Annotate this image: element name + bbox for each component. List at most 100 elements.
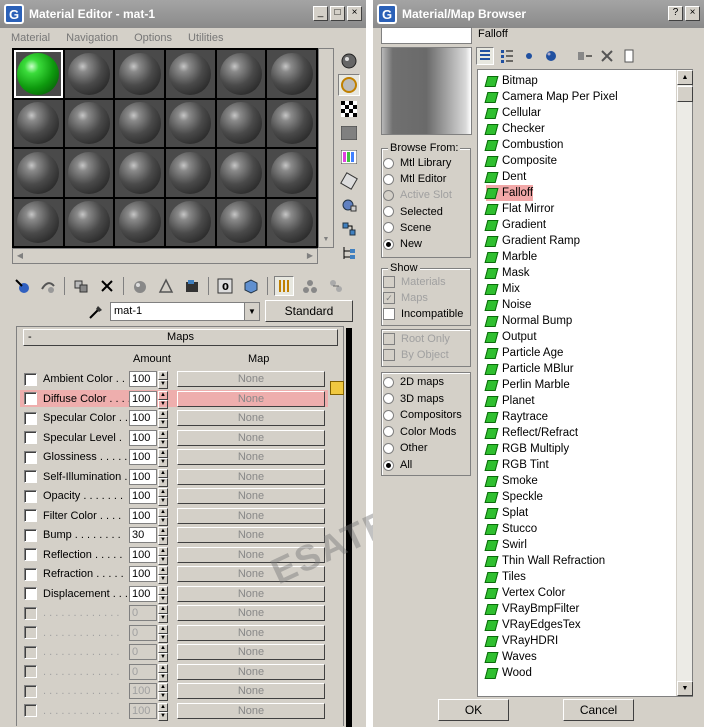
map-list-item[interactable]: Thin Wall Refraction	[484, 553, 605, 569]
radio-option[interactable]: Compositors	[383, 409, 462, 421]
chevron-down-icon[interactable]: ▼	[244, 303, 259, 320]
spinner-up-icon[interactable]: ▲	[158, 644, 168, 653]
map-slot-button[interactable]: None	[177, 488, 325, 504]
map-list-item[interactable]: RGB Tint	[484, 457, 549, 473]
map-list-item[interactable]: Normal Bump	[484, 313, 572, 329]
map-list-item[interactable]: Swirl	[484, 537, 527, 553]
go-forward-to-sibling-icon[interactable]	[326, 276, 346, 296]
radio-button[interactable]	[383, 393, 394, 405]
spinner-up-icon[interactable]: ▲	[158, 585, 168, 595]
ok-button[interactable]: OK	[438, 699, 509, 721]
map-list-item[interactable]: Splat	[484, 505, 528, 521]
map-enable-checkbox[interactable]	[24, 606, 37, 620]
map-list-item[interactable]: Noise	[484, 297, 531, 313]
map-list-item[interactable]: Combustion	[484, 137, 563, 153]
options-icon[interactable]	[338, 194, 360, 216]
material-name-field[interactable]: mat-1 ▼	[110, 302, 260, 321]
make-unique-icon[interactable]	[156, 276, 176, 296]
slots-horizontal-scrollbar[interactable]: ◀ ▶	[12, 248, 318, 264]
material-map-navigator-icon[interactable]	[338, 242, 360, 264]
select-by-material-icon[interactable]	[338, 218, 360, 240]
spinner-down-icon[interactable]: ▼	[158, 438, 168, 448]
sample-type-sphere-icon[interactable]	[338, 50, 360, 72]
spinner-down-icon[interactable]: ▼	[158, 536, 168, 545]
radio-button[interactable]	[383, 222, 394, 234]
amount-spinner[interactable]: ▲ ▼	[158, 624, 168, 643]
map-enable-checkbox[interactable]	[24, 411, 37, 425]
radio-option[interactable]: Scene	[383, 222, 431, 234]
spinner-up-icon[interactable]: ▲	[158, 488, 168, 497]
reset-map-delete-icon[interactable]	[97, 276, 117, 296]
map-list-item[interactable]: Stucco	[484, 521, 537, 537]
spinner-down-icon[interactable]: ▼	[158, 399, 168, 409]
radio-button[interactable]	[383, 409, 394, 421]
amount-input[interactable]: 100	[129, 410, 157, 426]
map-list-item[interactable]: Falloff	[484, 185, 534, 201]
map-slot-button[interactable]: None	[177, 566, 325, 582]
pick-material-from-object-icon[interactable]	[86, 302, 106, 322]
radio-button[interactable]	[383, 442, 394, 454]
map-slot-button[interactable]: None	[177, 371, 325, 387]
radio-button[interactable]	[383, 459, 394, 471]
amount-spinner[interactable]: ▲ ▼	[158, 527, 168, 545]
help-button[interactable]: ?	[668, 6, 683, 21]
map-enable-checkbox[interactable]	[24, 704, 37, 717]
spinner-down-icon[interactable]: ▼	[158, 497, 168, 506]
cancel-button[interactable]: Cancel	[563, 699, 634, 721]
map-slot-button[interactable]: None	[177, 546, 325, 563]
radio-button[interactable]	[383, 173, 394, 185]
map-slot-button[interactable]: None	[177, 390, 325, 407]
check-option[interactable]: Incompatible	[383, 308, 463, 320]
sample-slot[interactable]	[64, 50, 114, 98]
map-list-item[interactable]: Output	[484, 329, 537, 345]
amount-input[interactable]: 30	[129, 527, 157, 543]
make-preview-icon[interactable]	[338, 170, 360, 192]
close-button[interactable]: ×	[347, 6, 362, 21]
sample-slot[interactable]	[267, 198, 316, 246]
sample-slot[interactable]	[115, 149, 164, 197]
map-slot-button[interactable]: None	[177, 624, 325, 641]
radio-button[interactable]	[383, 157, 394, 169]
map-list-item[interactable]: Particle Age	[484, 345, 563, 361]
sample-slot[interactable]	[64, 99, 114, 147]
view-list-icon[interactable]	[476, 47, 494, 65]
map-list-item[interactable]: Vertex Color	[484, 585, 565, 601]
amount-spinner[interactable]: ▲ ▼	[158, 390, 168, 409]
map-list-item[interactable]: Gradient	[484, 217, 546, 233]
spinner-down-icon[interactable]: ▼	[158, 555, 168, 565]
radio-option[interactable]: 3D maps	[383, 393, 444, 405]
radio-button[interactable]	[383, 426, 394, 438]
radio-button[interactable]	[383, 206, 394, 218]
map-list-item[interactable]: Checker	[484, 121, 545, 137]
map-slot-button[interactable]: None	[177, 702, 325, 719]
map-list-item[interactable]: Mix	[484, 281, 520, 297]
map-enable-checkbox[interactable]	[24, 450, 37, 464]
amount-spinner[interactable]: ▲ ▼	[158, 410, 168, 428]
spinner-up-icon[interactable]: ▲	[158, 468, 168, 478]
map-list-item[interactable]: Raytrace	[484, 409, 548, 425]
delete-from-library-icon[interactable]	[598, 47, 616, 65]
view-list-icons-icon[interactable]	[498, 47, 516, 65]
map-enable-checkbox[interactable]	[24, 684, 37, 698]
scroll-up-icon[interactable]: ▲	[677, 70, 693, 85]
map-enable-checkbox[interactable]	[24, 392, 37, 405]
amount-spinner[interactable]: ▲ ▼	[158, 702, 168, 721]
spinner-down-icon[interactable]: ▼	[158, 633, 168, 643]
checker-background-icon[interactable]	[338, 98, 360, 120]
sample-slot[interactable]	[14, 198, 63, 246]
amount-spinner[interactable]: ▲ ▼	[158, 683, 168, 701]
amount-input[interactable]: 0	[129, 644, 157, 660]
sample-slot[interactable]	[166, 99, 215, 147]
amount-spinner[interactable]: ▲ ▼	[158, 566, 168, 584]
material-effects-channel-icon[interactable]: 0	[215, 276, 235, 296]
sample-slot[interactable]	[115, 50, 164, 98]
show-map-in-viewport-icon[interactable]	[241, 276, 261, 296]
map-slot-button[interactable]: None	[177, 429, 325, 446]
amount-spinner[interactable]: ▲ ▼	[158, 468, 168, 487]
slots-vertical-scrollbar[interactable]: ▼	[318, 48, 334, 248]
map-list-item[interactable]: Waves	[484, 649, 537, 665]
amount-input[interactable]: 100	[129, 507, 157, 524]
amount-spinner[interactable]: ▲ ▼	[158, 507, 168, 526]
amount-input[interactable]: 100	[129, 566, 157, 582]
map-enable-checkbox[interactable]	[24, 489, 37, 503]
